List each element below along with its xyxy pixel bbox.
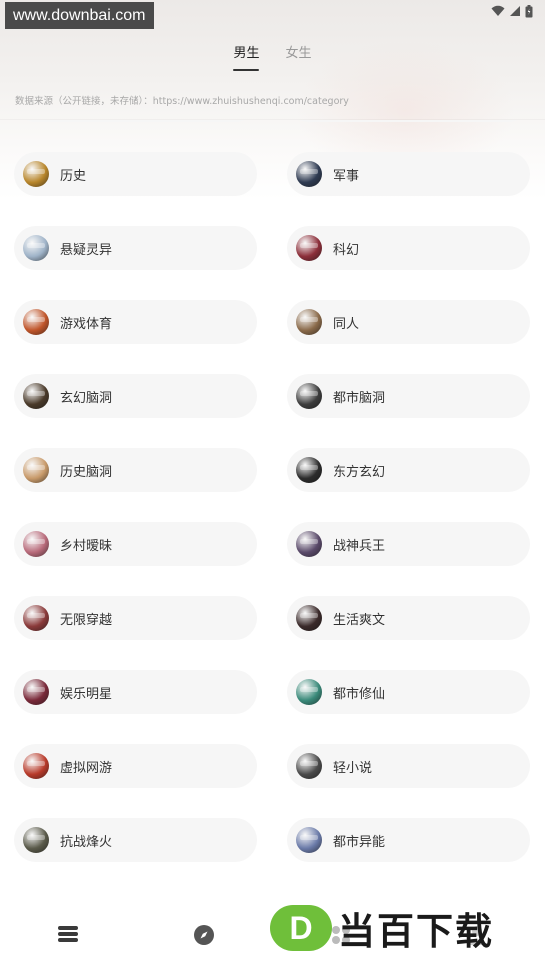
- battery-icon: [525, 4, 533, 17]
- category-cover-icon: [23, 531, 49, 557]
- category-list[interactable]: 都市 玄幻历史 军事悬疑灵异 科幻游戏体育 同人玄幻脑洞 都市脑洞历史脑洞 东方玄幻乡村暧昧…: [0, 120, 545, 888]
- wifi-icon: [491, 5, 505, 16]
- category-label: 游戏体育: [60, 316, 113, 332]
- category-item[interactable]: 都市异能: [287, 818, 530, 862]
- category-item[interactable]: 东方玄幻: [287, 448, 530, 492]
- category-item[interactable]: 游戏体育: [14, 300, 257, 344]
- category-label: 抗战烽火: [60, 834, 113, 850]
- category-cover-icon: [23, 679, 49, 705]
- category-cover-icon: [23, 235, 49, 261]
- category-item[interactable]: 生活爽文: [287, 596, 530, 640]
- data-source-notice: 数据来源（公开链接，未存储）：https://www.zhuishushenqi…: [15, 96, 349, 107]
- category-label: 轻小说: [333, 760, 373, 776]
- brand-logo-icon: D: [270, 905, 332, 951]
- category-label: 同人: [333, 316, 360, 332]
- category-item[interactable]: 历史脑洞: [14, 448, 257, 492]
- category-label: 乡村暧昧: [60, 538, 113, 554]
- category-label: 历史脑洞: [60, 464, 113, 480]
- category-item[interactable]: 玄幻: [287, 120, 530, 122]
- category-label: 生活爽文: [333, 612, 386, 628]
- header-divider: [0, 119, 545, 120]
- brand-text: 当百下载: [338, 910, 494, 953]
- category-cover-icon: [23, 827, 49, 853]
- category-item[interactable]: 乡村暧昧: [14, 522, 257, 566]
- category-item[interactable]: 都市修仙: [287, 670, 530, 714]
- watermark-label: www.downbai.com: [5, 2, 154, 29]
- category-label: 娱乐明星: [60, 686, 113, 702]
- category-label: 战神兵王: [333, 538, 386, 554]
- category-cover-icon: [296, 309, 322, 335]
- category-item[interactable]: 娱乐明星: [14, 670, 257, 714]
- gender-tabs: 男生 女生: [0, 36, 545, 71]
- category-cover-icon: [296, 235, 322, 261]
- category-item[interactable]: 都市脑洞: [287, 374, 530, 418]
- category-label: 虚拟网游: [60, 760, 113, 776]
- category-cover-icon: [23, 605, 49, 631]
- bookshelf-icon: [58, 926, 78, 942]
- signal-icon: [510, 6, 520, 16]
- active-tab-indicator: [233, 69, 260, 71]
- category-cover-icon: [296, 457, 322, 483]
- category-cover-icon: [23, 457, 49, 483]
- category-item[interactable]: 科幻: [287, 226, 530, 270]
- category-item[interactable]: 玄幻脑洞: [14, 374, 257, 418]
- category-label: 历史: [60, 168, 87, 184]
- category-label: 无限穿越: [60, 612, 113, 628]
- category-label: 军事: [333, 168, 360, 184]
- category-grid: 都市 玄幻历史 军事悬疑灵异 科幻游戏体育 同人玄幻脑洞 都市脑洞历史脑洞 东方玄幻乡村暧昧…: [14, 120, 532, 862]
- category-item[interactable]: 悬疑灵异: [14, 226, 257, 270]
- tab-female[interactable]: 女生: [284, 36, 314, 71]
- tab-male[interactable]: 男生: [231, 36, 261, 71]
- category-label: 都市异能: [333, 834, 386, 850]
- category-cover-icon: [23, 309, 49, 335]
- category-item[interactable]: 无限穿越: [14, 596, 257, 640]
- category-cover-icon: [296, 161, 322, 187]
- category-cover-icon: [296, 531, 322, 557]
- category-cover-icon: [23, 161, 49, 187]
- category-label: 都市修仙: [333, 686, 386, 702]
- category-item[interactable]: 轻小说: [287, 744, 530, 788]
- category-item[interactable]: 军事: [287, 152, 530, 196]
- downbai-watermark-logo: D 当百下载: [270, 904, 494, 953]
- category-item[interactable]: 都市: [14, 120, 257, 122]
- category-item[interactable]: 战神兵王: [287, 522, 530, 566]
- nav-bookshelf[interactable]: [57, 924, 81, 944]
- status-bar-icons: [491, 4, 533, 18]
- category-label: 都市脑洞: [333, 390, 386, 406]
- nav-discover[interactable]: [193, 924, 217, 945]
- category-cover-icon: [23, 753, 49, 779]
- category-item[interactable]: 历史: [14, 152, 257, 196]
- category-label: 科幻: [333, 242, 360, 258]
- category-cover-icon: [296, 679, 322, 705]
- category-item[interactable]: 虚拟网游: [14, 744, 257, 788]
- category-item[interactable]: 同人: [287, 300, 530, 344]
- category-label: 东方玄幻: [333, 464, 386, 480]
- category-cover-icon: [296, 383, 322, 409]
- category-cover-icon: [296, 827, 322, 853]
- category-label: 悬疑灵异: [60, 242, 113, 258]
- tab-male-label: 男生: [233, 46, 260, 61]
- category-item[interactable]: 抗战烽火: [14, 818, 257, 862]
- category-cover-icon: [296, 753, 322, 779]
- compass-icon: [194, 925, 214, 945]
- tab-female-label: 女生: [285, 46, 312, 61]
- category-cover-icon: [296, 605, 322, 631]
- category-label: 玄幻脑洞: [60, 390, 113, 406]
- category-cover-icon: [23, 383, 49, 409]
